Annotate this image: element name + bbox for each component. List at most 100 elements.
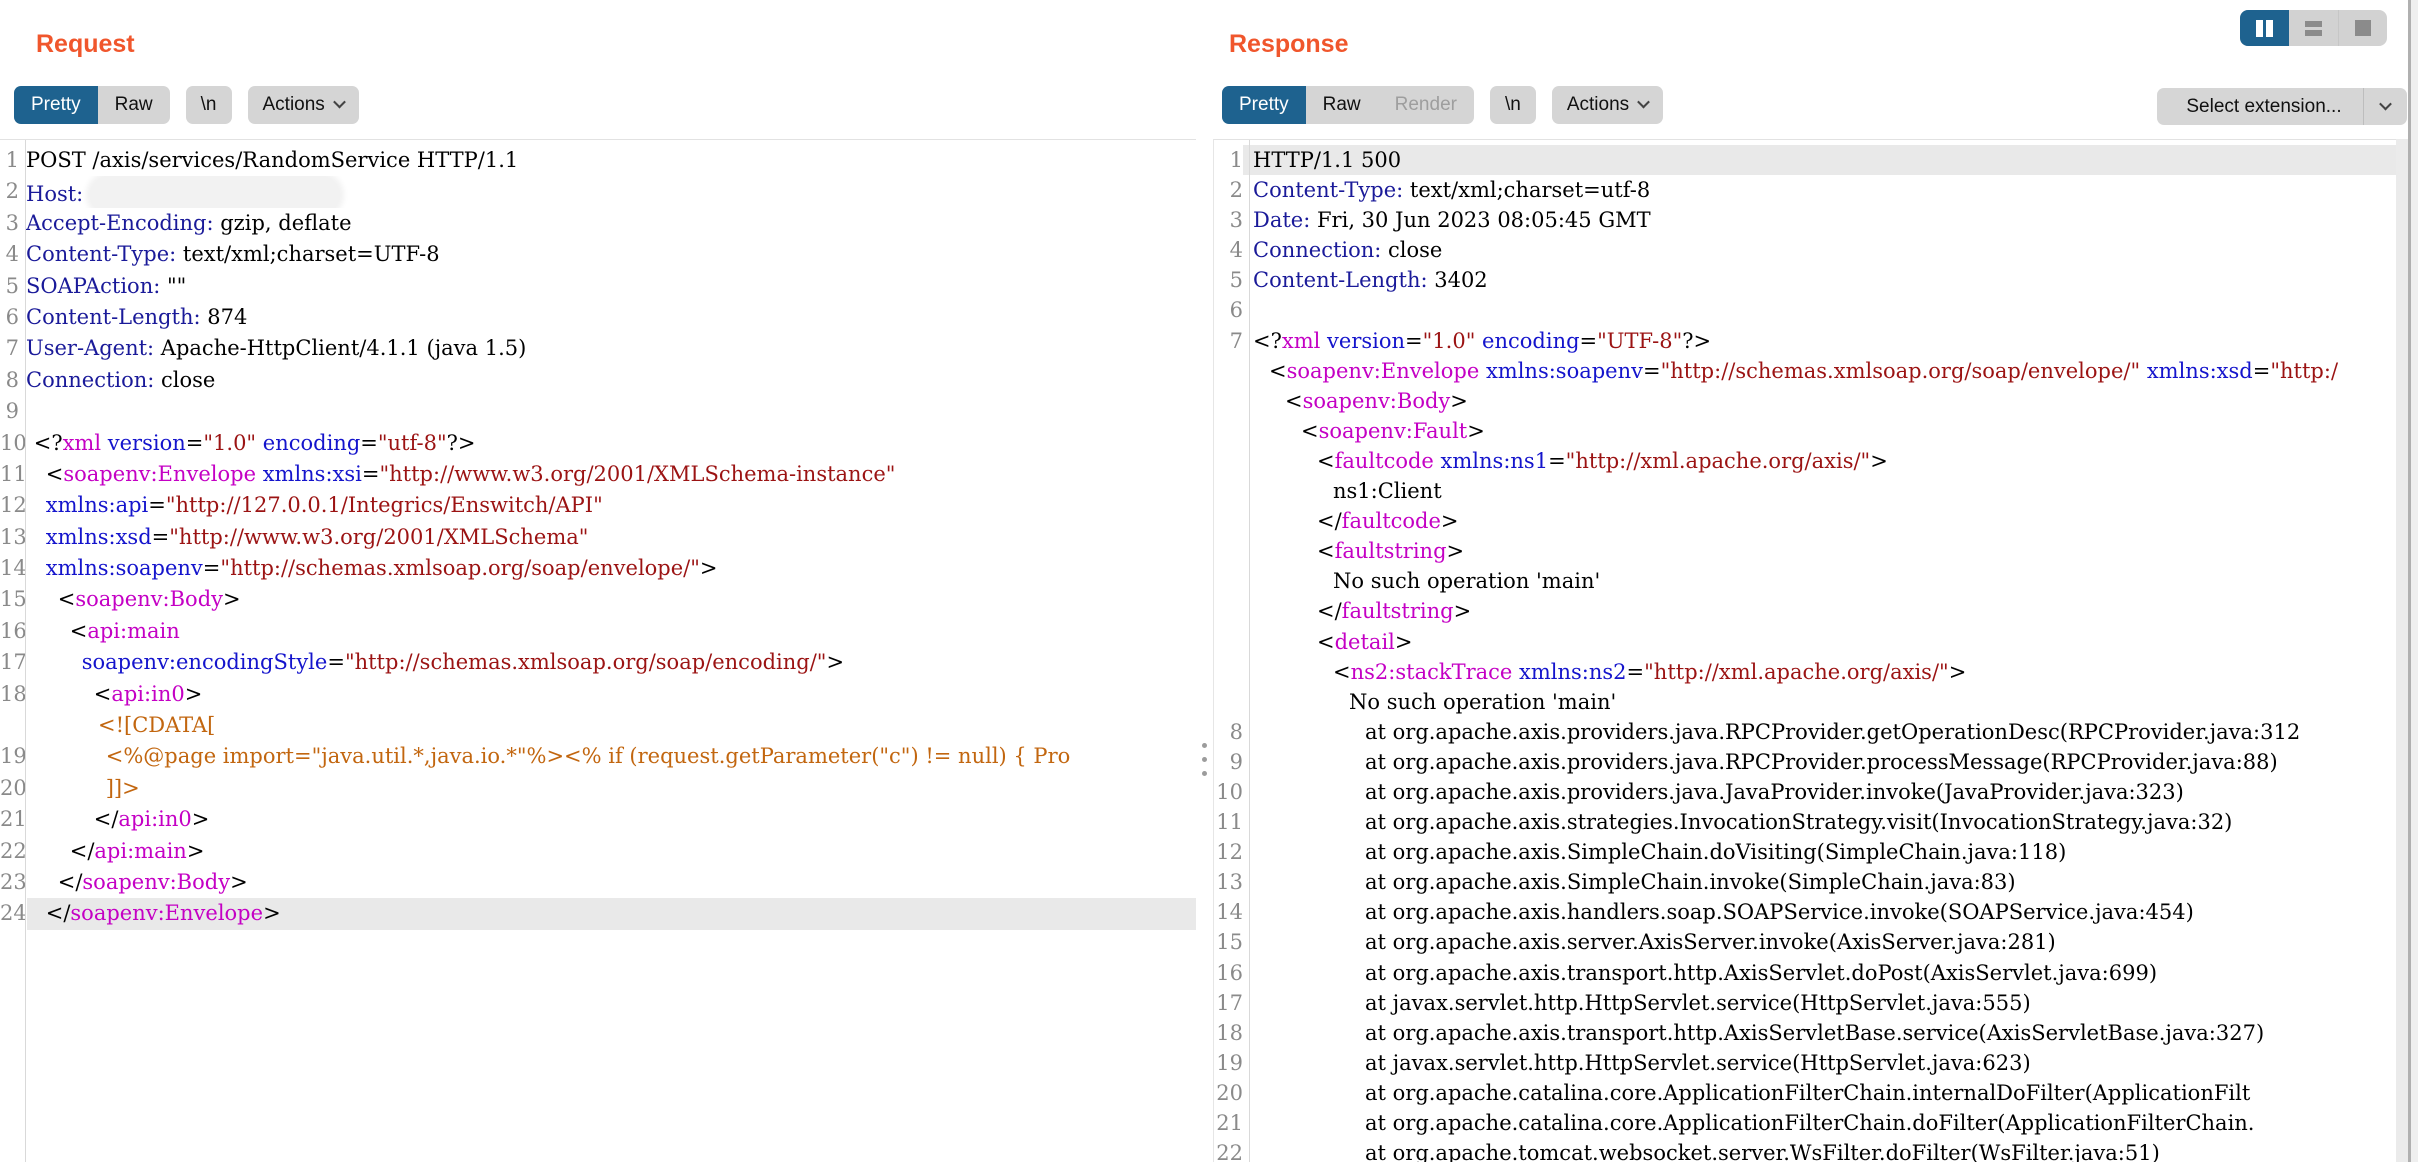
panel-split-handle[interactable]	[1196, 139, 1213, 1162]
code-line: 10<?xml version="1.0" encoding="utf-8"?>	[0, 428, 1196, 459]
layout-columns-button[interactable]	[2240, 10, 2289, 46]
tab-pretty[interactable]: Pretty	[14, 86, 98, 124]
response-panel-title: Response	[1229, 30, 1348, 59]
line-number	[1214, 657, 1243, 687]
code-line: 11<soapenv:Envelope xmlns:xsi="http://ww…	[0, 459, 1196, 490]
code-line: 2Host:	[0, 176, 1196, 207]
tab-render[interactable]: Render	[1378, 86, 1474, 124]
line-number	[1214, 356, 1243, 386]
request-view-tabs: Pretty Raw	[14, 86, 170, 124]
chevron-down-icon	[2379, 97, 2392, 110]
line-number: 5	[0, 271, 19, 302]
code-line: ns1:Client	[1214, 476, 2396, 506]
line-number: 9	[0, 396, 19, 427]
code-line: 21</api:in0>	[0, 804, 1196, 835]
code-line: 22</api:main>	[0, 836, 1196, 867]
response-panel: Response Pretty Raw Render \n Actions	[1213, 0, 2418, 1162]
line-number: 17	[1214, 988, 1243, 1018]
line-number: 15	[1214, 927, 1243, 957]
chevron-down-icon	[1637, 96, 1650, 109]
line-number	[1214, 536, 1243, 566]
layout-rows-button[interactable]	[2289, 10, 2338, 46]
line-number: 6	[1214, 295, 1243, 325]
line-number: 7	[0, 333, 19, 364]
newline-label: \n	[1505, 94, 1521, 116]
line-number: 9	[1214, 747, 1243, 777]
response-editor[interactable]: 1HTTP/1.1 5002Content-Type: text/xml;cha…	[1213, 139, 2396, 1162]
code-line: 14xmlns:soapenv="http://schemas.xmlsoap.…	[0, 553, 1196, 584]
line-number: 22	[0, 836, 27, 867]
code-line: 21at org.apache.catalina.core.Applicatio…	[1214, 1108, 2396, 1138]
line-number: 24	[0, 898, 27, 929]
tab-raw[interactable]: Raw	[98, 86, 170, 124]
line-number: 8	[0, 365, 19, 396]
code-line: 19at javax.servlet.http.HttpServlet.serv…	[1214, 1048, 2396, 1078]
split-handle-dot	[1202, 743, 1207, 748]
code-line: 11at org.apache.axis.strategies.Invocati…	[1214, 807, 2396, 837]
line-number: 10	[1214, 777, 1243, 807]
line-number: 13	[0, 522, 27, 553]
select-extension-dropdown[interactable]: Select extension...	[2157, 88, 2407, 125]
code-line: 13at org.apache.axis.SimpleChain.invoke(…	[1214, 867, 2396, 897]
line-number: 6	[0, 302, 19, 333]
line-number	[1214, 386, 1243, 416]
line-number: 21	[0, 804, 27, 835]
line-number: 20	[1214, 1078, 1243, 1108]
line-number: 12	[1214, 837, 1243, 867]
newline-toggle-button[interactable]: \n	[186, 86, 232, 124]
code-line: <faultstring>	[1214, 536, 2396, 566]
code-line: 8Connection: close	[0, 365, 1196, 396]
code-line: </faultcode>	[1214, 506, 2396, 536]
layout-single-button[interactable]	[2338, 10, 2387, 46]
select-extension-expand[interactable]	[2363, 88, 2407, 125]
line-number: 18	[1214, 1018, 1243, 1048]
code-line: 17soapenv:encodingStyle="http://schemas.…	[0, 647, 1196, 678]
line-number: 2	[1214, 175, 1243, 205]
code-line: 7User-Agent: Apache-HttpClient/4.1.1 (ja…	[0, 333, 1196, 364]
line-number: 16	[0, 616, 27, 647]
actions-button[interactable]: Actions	[248, 86, 359, 124]
code-line: 16<api:main	[0, 616, 1196, 647]
tab-pretty[interactable]: Pretty	[1222, 86, 1306, 124]
code-line: 15<soapenv:Body>	[0, 584, 1196, 615]
line-number: 15	[0, 584, 27, 615]
line-number: 4	[1214, 235, 1243, 265]
line-number: 12	[0, 490, 27, 521]
line-number: 4	[0, 239, 19, 270]
request-editor[interactable]: 1POST /axis/services/RandomService HTTP/…	[0, 139, 1196, 1162]
code-line: 22at org.apache.tomcat.websocket.server.…	[1214, 1138, 2396, 1162]
request-panel-title: Request	[36, 30, 135, 59]
code-line: 1POST /axis/services/RandomService HTTP/…	[0, 145, 1196, 176]
actions-button[interactable]: Actions	[1552, 86, 1663, 124]
line-number	[1214, 416, 1243, 446]
response-view-tabs: Pretty Raw Render	[1222, 86, 1474, 124]
code-line: 5Content-Length: 3402	[1214, 265, 2396, 295]
line-number: 2	[0, 176, 19, 207]
line-number: 16	[1214, 958, 1243, 988]
code-line: 4Connection: close	[1214, 235, 2396, 265]
line-number	[1214, 687, 1243, 717]
chevron-down-icon	[333, 96, 346, 109]
tab-raw[interactable]: Raw	[1306, 86, 1378, 124]
line-number: 23	[0, 867, 27, 898]
line-number: 1	[0, 145, 19, 176]
newline-toggle-button[interactable]: \n	[1490, 86, 1536, 124]
code-line: <ns2:stackTrace xmlns:ns2="http://xml.ap…	[1214, 657, 2396, 687]
line-number	[1214, 596, 1243, 626]
request-tab-bar: Pretty Raw \n Actions	[14, 86, 359, 124]
code-line: 23</soapenv:Body>	[0, 867, 1196, 898]
code-line: <soapenv:Body>	[1214, 386, 2396, 416]
line-number: 21	[1214, 1108, 1243, 1138]
code-line: 1HTTP/1.1 500	[1214, 145, 2396, 175]
line-number: 17	[0, 647, 27, 678]
code-line: 12xmlns:api="http://127.0.0.1/Integrics/…	[0, 490, 1196, 521]
code-line: 5SOAPAction: ""	[0, 271, 1196, 302]
line-number: 13	[1214, 867, 1243, 897]
line-number	[0, 710, 19, 741]
code-line: 24</soapenv:Envelope>	[0, 898, 1196, 929]
code-line: 17at javax.servlet.http.HttpServlet.serv…	[1214, 988, 2396, 1018]
code-line: </faultstring>	[1214, 596, 2396, 626]
window-scrollbar-track[interactable]	[2411, 0, 2418, 1162]
code-line: No such operation 'main'	[1214, 687, 2396, 717]
line-number	[1214, 627, 1243, 657]
